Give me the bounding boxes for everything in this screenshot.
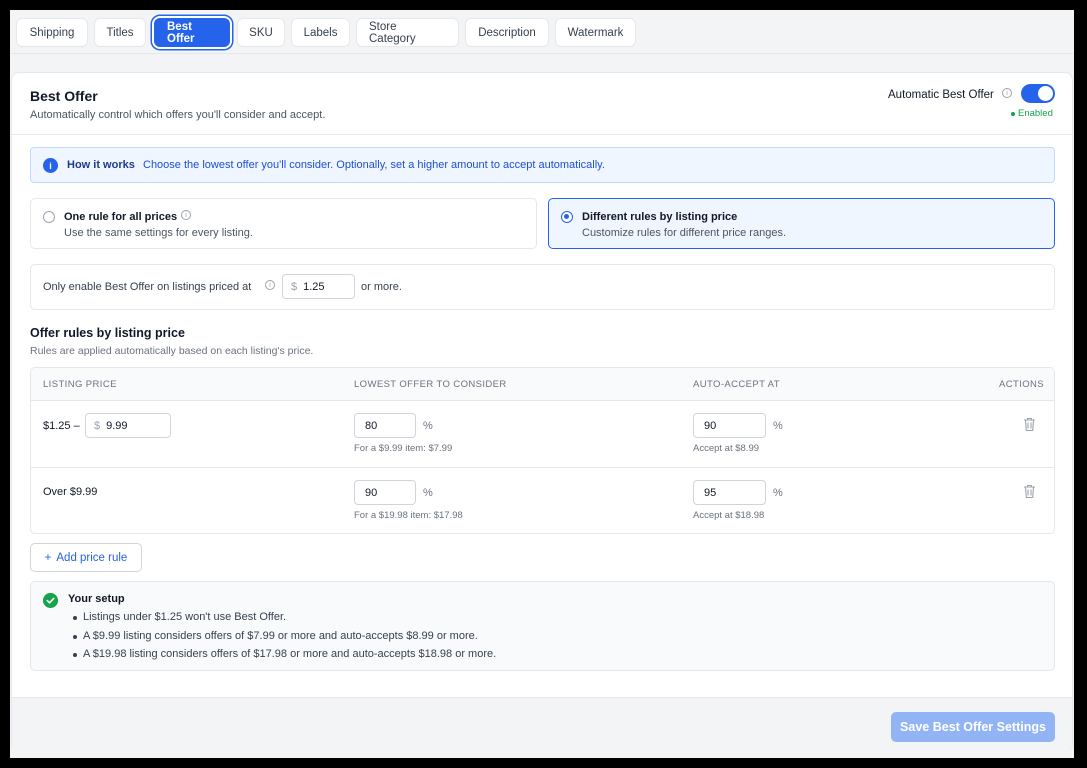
max-price-input[interactable]: $ 9.99 (85, 413, 171, 438)
column-header: AUTO-ACCEPT AT (693, 379, 780, 390)
auto-accept-hint: Accept at $18.98 (693, 510, 765, 521)
toggle-knob (1038, 86, 1053, 101)
status-badge: Enabled (1011, 108, 1053, 119)
percent-sign: % (773, 420, 783, 432)
rules-title: Offer rules by listing price (30, 326, 185, 340)
auto-best-offer-toggle[interactable] (1021, 84, 1055, 103)
trash-icon[interactable] (1023, 417, 1036, 432)
min-price-suffix: or more. (361, 281, 402, 293)
page-title: Best Offer (30, 88, 98, 104)
info-icon[interactable]: i (181, 210, 191, 220)
panel-header: Best Offer Automatically control which o… (12, 73, 1072, 135)
price-range-prefix: $1.25 – (43, 420, 80, 432)
percent-sign: % (773, 487, 783, 499)
option-different-rules[interactable]: Different rules by listing price Customi… (548, 198, 1055, 249)
option-desc: Use the same settings for every listing. (64, 227, 253, 239)
rules-subtitle: Rules are applied automatically based on… (30, 345, 314, 357)
tab-watermark[interactable]: Watermark (555, 18, 636, 47)
tab-labels[interactable]: Labels (291, 18, 350, 47)
info-icon[interactable]: i (265, 280, 275, 290)
column-header: LOWEST OFFER TO CONSIDER (354, 379, 507, 390)
option-one-rule[interactable]: One rule for all prices i Use the same s… (30, 198, 537, 249)
tab-sku[interactable]: SKU (237, 18, 285, 47)
check-circle-icon (43, 593, 58, 608)
auto-accept-input[interactable]: 95 (693, 480, 766, 505)
option-title: Different rules by listing price (582, 211, 738, 223)
auto-accept-input[interactable]: 90 (693, 413, 766, 438)
info-circle-icon: i (43, 158, 58, 173)
lowest-offer-hint: For a $9.99 item: $7.99 (354, 443, 453, 454)
add-price-rule-label: Add price rule (56, 551, 128, 564)
setup-list: Listings under $1.25 won't use Best Offe… (72, 611, 496, 667)
plus-icon: + (44, 551, 52, 564)
tab-shipping[interactable]: Shipping (16, 18, 88, 47)
tab-titles[interactable]: Titles (94, 18, 146, 47)
tabs-bar: Shipping Titles Best Offer SKU Labels St… (10, 10, 1074, 54)
list-item: A $19.98 listing considers offers of $17… (72, 648, 496, 667)
setup-title: Your setup (68, 593, 125, 605)
currency-symbol: $ (94, 419, 101, 432)
best-offer-panel: Best Offer Automatically control which o… (11, 72, 1073, 753)
currency-symbol: $ (291, 280, 298, 293)
status-text: Enabled (1018, 108, 1053, 119)
percent-sign: % (423, 487, 433, 499)
min-price-value: 1.25 (303, 280, 325, 293)
list-item: A $9.99 listing considers offers of $7.9… (72, 630, 496, 649)
column-header: LISTING PRICE (43, 379, 117, 390)
tab-description[interactable]: Description (465, 18, 549, 47)
tab-store-category[interactable]: Store Category (356, 18, 459, 47)
list-item: Listings under $1.25 won't use Best Offe… (72, 611, 496, 630)
info-icon[interactable]: i (1002, 88, 1012, 98)
table-header: LISTING PRICE LOWEST OFFER TO CONSIDER A… (31, 368, 1054, 400)
option-title: One rule for all prices (64, 211, 178, 223)
lowest-offer-input[interactable]: 90 (354, 480, 416, 505)
how-it-works-title: How it works (67, 159, 135, 171)
radio-one-rule[interactable] (43, 211, 55, 223)
auto-best-offer-label: Automatic Best Offer (888, 89, 994, 101)
how-it-works-banner: i How it works Choose the lowest offer y… (30, 147, 1055, 183)
percent-sign: % (423, 420, 433, 432)
auto-accept-hint: Accept at $8.99 (693, 443, 760, 454)
page-subtitle: Automatically control which offers you'l… (30, 109, 326, 121)
lowest-offer-input[interactable]: 80 (354, 413, 416, 438)
status-dot-icon (1011, 111, 1015, 116)
radio-different-rules[interactable] (561, 211, 573, 223)
max-price-value: 9.99 (106, 419, 128, 432)
column-header: ACTIONS (999, 379, 1045, 390)
app-frame: Shipping Titles Best Offer SKU Labels St… (10, 10, 1074, 758)
table-row: $1.25 – $ 9.99 80 % For a $9.99 item: $7… (31, 400, 1054, 467)
panel-footer: Save Best Offer Settings (12, 697, 1072, 753)
min-price-label: Only enable Best Offer on listings price… (43, 281, 252, 293)
trash-icon[interactable] (1023, 484, 1036, 499)
your-setup-summary: Your setup Listings under $1.25 won't us… (30, 581, 1055, 671)
tab-best-offer[interactable]: Best Offer (154, 18, 230, 47)
lowest-offer-hint: For a $19.98 item: $17.98 (354, 510, 463, 521)
save-button[interactable]: Save Best Offer Settings (891, 712, 1055, 742)
price-range-label: Over $9.99 (43, 486, 98, 498)
rules-table: LISTING PRICE LOWEST OFFER TO CONSIDER A… (30, 367, 1055, 534)
min-price-box: Only enable Best Offer on listings price… (30, 264, 1055, 310)
add-price-rule-button[interactable]: + Add price rule (30, 543, 142, 572)
option-desc: Customize rules for different price rang… (582, 227, 786, 239)
table-row: Over $9.99 90 % For a $19.98 item: $17.9… (31, 467, 1054, 533)
min-price-input[interactable]: $ 1.25 (282, 274, 355, 299)
how-it-works-text: Choose the lowest offer you'll consider.… (143, 159, 605, 171)
